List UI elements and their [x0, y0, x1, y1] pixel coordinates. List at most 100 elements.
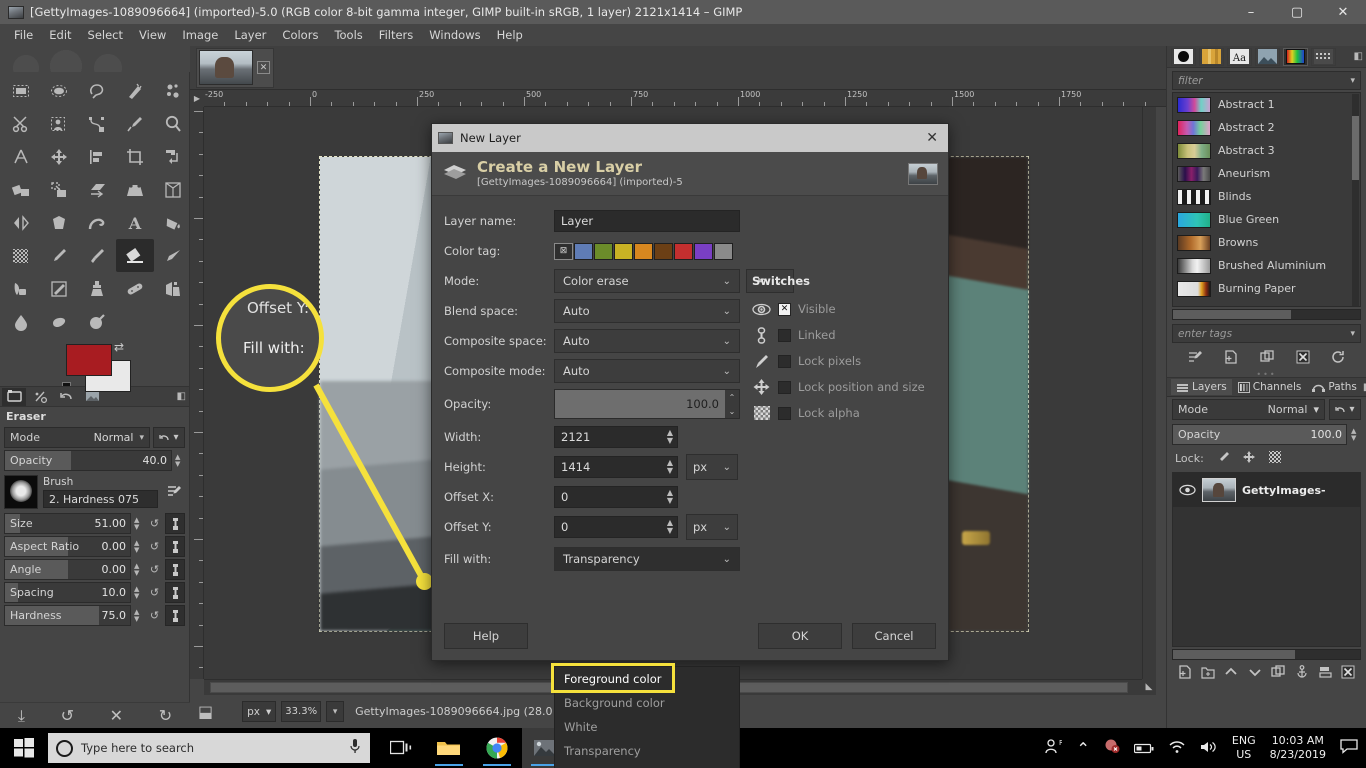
zoom-tool[interactable]	[154, 107, 192, 140]
paintbrush-tool[interactable]	[78, 239, 116, 272]
task-view-icon[interactable]	[378, 728, 424, 768]
color-picker-tool[interactable]	[116, 107, 154, 140]
gradient-tool[interactable]	[2, 239, 40, 272]
offset-y-input[interactable]: 0 ▲ ▼	[554, 516, 678, 538]
offset-y-stepper[interactable]: ▲ ▼	[663, 519, 677, 535]
fuzzy-select-tool[interactable]	[116, 74, 154, 107]
lower-layer-icon[interactable]	[1248, 664, 1262, 683]
pin-hardness-icon[interactable]	[165, 605, 185, 626]
foreground-color-swatch[interactable]	[66, 344, 112, 376]
gradient-list-item[interactable]: Abstract 2	[1173, 116, 1360, 139]
windows-start-icon[interactable]	[0, 728, 48, 768]
gradient-tags-input[interactable]: enter tags ▾	[1172, 324, 1361, 343]
canvas-vertical-scrollbar[interactable]	[1142, 107, 1156, 679]
color-tag-yellow[interactable]	[614, 242, 633, 260]
shear-tool[interactable]	[78, 173, 116, 206]
aspect-ratio-slider[interactable]: Aspect Ratio 0.00	[4, 536, 131, 557]
bucket-fill-tool[interactable]	[154, 206, 192, 239]
reset-aspect-ratio-icon[interactable]: ↺	[147, 540, 162, 553]
delete-layer-icon[interactable]	[1341, 664, 1355, 683]
color-tag-orange[interactable]	[634, 242, 653, 260]
lock-position-icon[interactable]	[1242, 450, 1256, 467]
layer-name-input[interactable]: Layer	[554, 210, 740, 232]
switch-lock-alpha[interactable]: Lock alpha	[752, 400, 952, 426]
switch-lock-pixels[interactable]: Lock pixels	[752, 348, 952, 374]
color-tag-red[interactable]	[674, 242, 693, 260]
gradient-list-item[interactable]: Abstract 3	[1173, 139, 1360, 162]
color-tag-green[interactable]	[594, 242, 613, 260]
composite-mode-select[interactable]: Auto ⌄	[554, 359, 740, 383]
fill-option-background-color[interactable]: Background color	[555, 691, 739, 715]
brush-size-stepper[interactable]: ▲ ▼	[134, 516, 144, 531]
lock-alpha-checkbox[interactable]	[778, 406, 791, 420]
brush-preview[interactable]	[4, 475, 38, 509]
clock[interactable]: 10:03 AM 8/23/2019	[1270, 734, 1326, 762]
brush-size-slider[interactable]: Size 51.00	[4, 513, 131, 534]
text-tool[interactable]: A	[116, 206, 154, 239]
measure-tool[interactable]	[2, 140, 40, 173]
menu-image[interactable]: Image	[174, 25, 226, 45]
microphone-icon[interactable]	[348, 738, 362, 758]
dialog-close-icon[interactable]: ✕	[922, 130, 942, 146]
unified-transform-tool[interactable]	[154, 140, 192, 173]
mypaint-brush-tool[interactable]	[40, 272, 78, 305]
ok-button[interactable]: OK	[758, 623, 842, 649]
menu-file[interactable]: File	[6, 25, 41, 45]
gradient-scroll-thumb[interactable]	[1352, 116, 1359, 180]
ink-tool[interactable]	[2, 272, 40, 305]
image-tab[interactable]: ✕	[196, 47, 274, 88]
alignment-tool[interactable]	[78, 140, 116, 173]
chrome-icon[interactable]	[474, 728, 520, 768]
new-gradient-icon[interactable]	[1224, 349, 1238, 368]
hardness-slider[interactable]: Hardness 75.0	[4, 605, 131, 626]
gradient-list-item[interactable]: Browns	[1173, 231, 1360, 254]
layer-opacity-stepper[interactable]: ▲ ▼	[1351, 427, 1361, 442]
merge-down-icon[interactable]	[1318, 664, 1332, 683]
device-status-icon[interactable]	[28, 388, 52, 406]
composite-space-select[interactable]: Auto ⌄	[554, 329, 740, 353]
size-unit-select[interactable]: px ⌄	[686, 454, 738, 480]
ruler-unit-icon[interactable]: ▶	[190, 90, 204, 107]
vertical-ruler[interactable]	[190, 107, 204, 679]
horizontal-ruler[interactable]: -250025050075010001250150017502000	[190, 90, 1166, 107]
mode-select[interactable]: Color erase ⌄	[554, 269, 740, 293]
raise-layer-icon[interactable]	[1224, 664, 1238, 683]
edit-gradient-icon[interactable]	[1188, 349, 1203, 368]
gradient-list-hscrollbar[interactable]	[1172, 309, 1361, 320]
perspective-tool[interactable]	[116, 173, 154, 206]
offset-x-stepper[interactable]: ▲ ▼	[663, 489, 677, 505]
color-tag-brown[interactable]	[654, 242, 673, 260]
action-center-icon[interactable]	[1340, 738, 1358, 758]
close-button[interactable]: ✕	[1320, 0, 1366, 24]
fill-option-pattern[interactable]: Pattern	[555, 763, 739, 768]
tab-layers[interactable]: Layers	[1171, 379, 1232, 395]
airbrush-tool[interactable]	[154, 239, 192, 272]
offset-x-input[interactable]: 0 ▲ ▼	[554, 486, 678, 508]
fonts-icon[interactable]: Aa	[1227, 47, 1252, 66]
battery-icon[interactable]	[1133, 739, 1154, 758]
angle-slider[interactable]: Angle 0.00	[4, 559, 131, 580]
scale-tool[interactable]	[40, 173, 78, 206]
switch-linked[interactable]: Linked	[752, 322, 952, 348]
pin-aspect-ratio-icon[interactable]	[165, 536, 185, 557]
gradient-list-item[interactable]: Blue Green	[1173, 208, 1360, 231]
save-options-icon[interactable]: ⤓	[18, 706, 25, 726]
opacity-stepper[interactable]: ⌃ ⌄	[725, 390, 739, 418]
dodge-burn-tool[interactable]	[78, 305, 116, 338]
switch-lock-position[interactable]: Lock position and size	[752, 374, 952, 400]
tab-paths[interactable]: Paths	[1307, 379, 1362, 395]
lock-pixels-icon[interactable]	[1216, 450, 1230, 467]
eraser-tool[interactable]	[116, 239, 154, 272]
flip-tool[interactable]	[2, 206, 40, 239]
reset-hardness-icon[interactable]: ↺	[147, 609, 162, 622]
cancel-button[interactable]: Cancel	[852, 623, 936, 649]
angle-stepper[interactable]: ▲ ▼	[134, 562, 144, 577]
layer-mode-select[interactable]: Mode Normal ▾	[1172, 399, 1325, 420]
heal-tool[interactable]	[116, 272, 154, 305]
move-tool[interactable]	[40, 140, 78, 173]
reset-spacing-icon[interactable]: ↺	[147, 586, 162, 599]
file-explorer-icon[interactable]	[426, 728, 472, 768]
reset-options-icon[interactable]: ↻	[159, 706, 172, 725]
gradient-list-item[interactable]: Burning Paper	[1173, 277, 1360, 300]
menu-colors[interactable]: Colors	[274, 25, 326, 45]
